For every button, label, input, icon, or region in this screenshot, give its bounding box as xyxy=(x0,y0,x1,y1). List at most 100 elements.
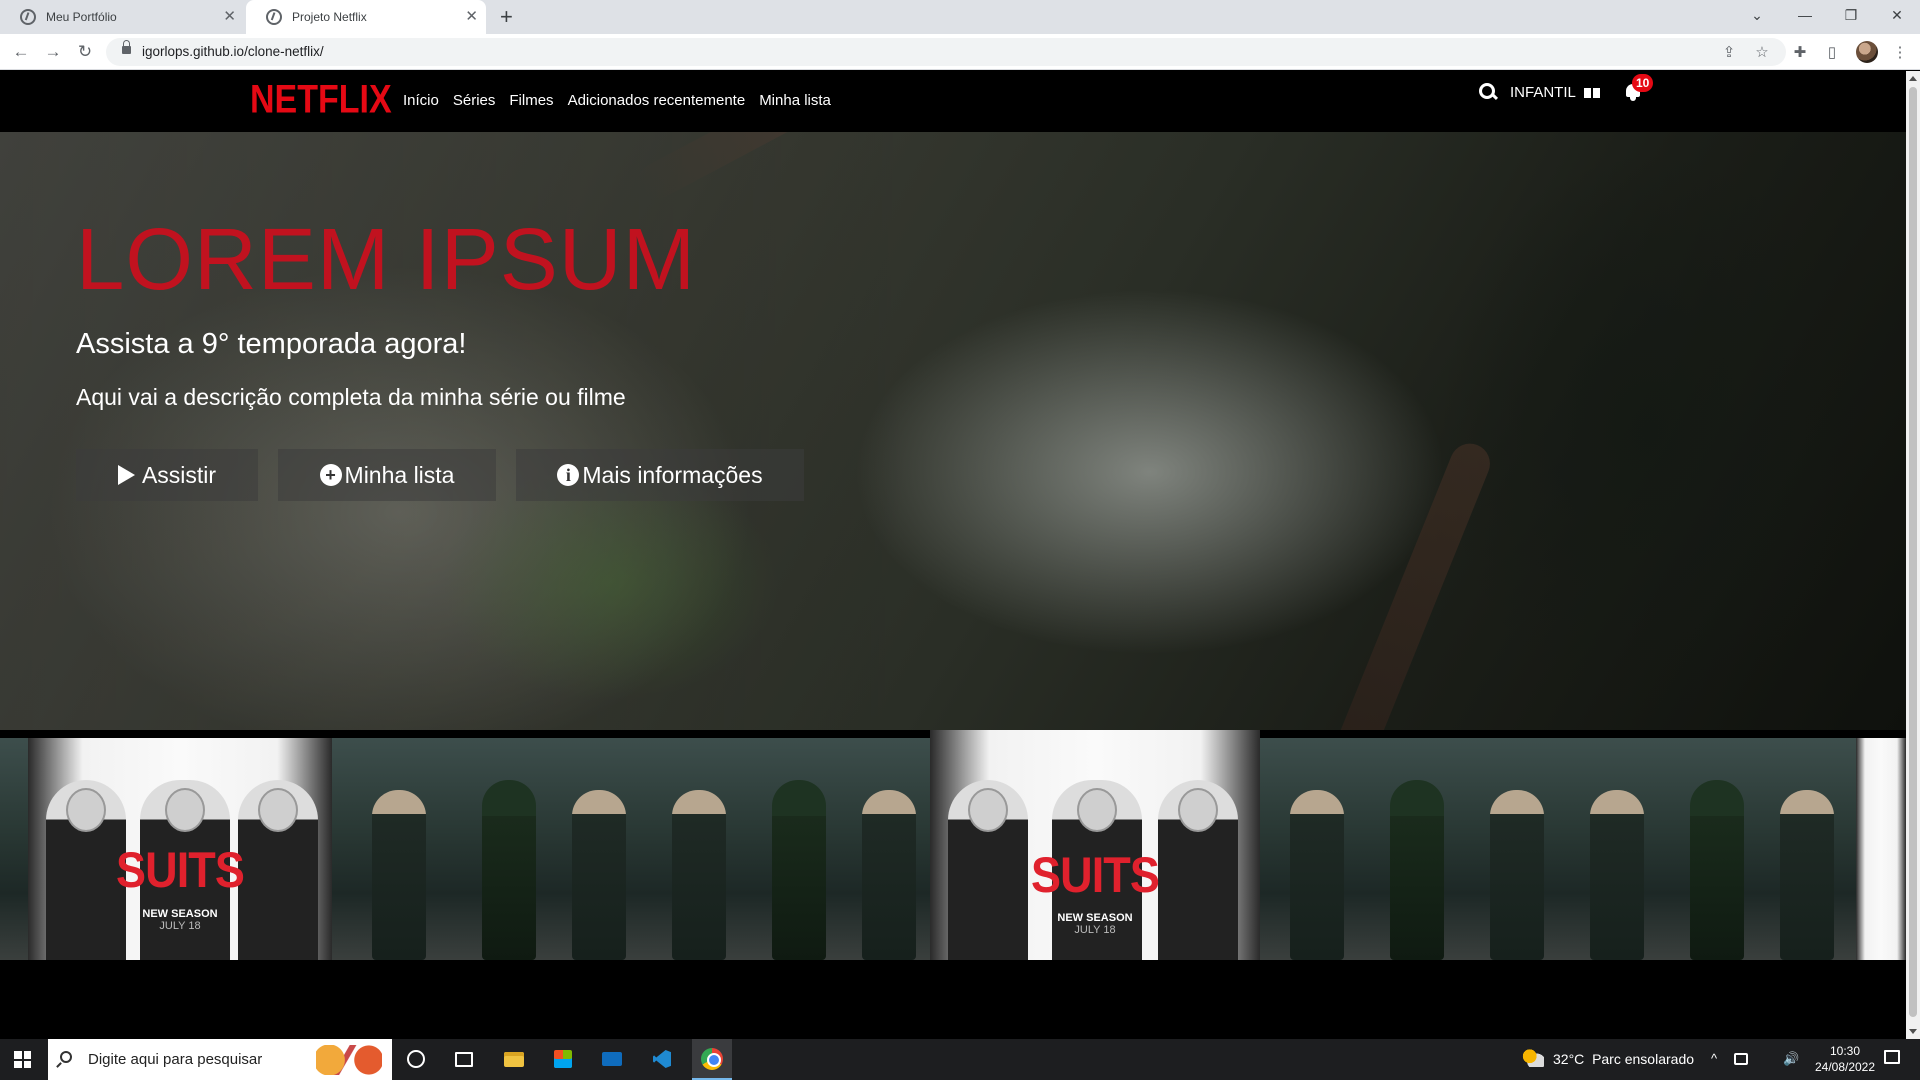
poster-figure xyxy=(772,780,826,960)
clock-date: 24/08/2022 xyxy=(1814,1060,1876,1074)
url-text[interactable]: igorlops.github.io/clone-netflix/ xyxy=(142,44,324,59)
scrollbar-thumb[interactable] xyxy=(1909,87,1917,1017)
suits-tagline: NEW SEASON xyxy=(1057,912,1133,924)
task-view-icon[interactable] xyxy=(451,1046,477,1072)
side-panel-icon[interactable]: ▯ xyxy=(1822,42,1842,62)
browser-toolbar: ← → ↻ igorlops.github.io/clone-netflix/ … xyxy=(0,34,1920,70)
clock-time: 10:30 xyxy=(1829,1044,1861,1058)
close-tab-icon[interactable]: ✕ xyxy=(465,9,478,25)
forward-arrow-icon[interactable]: → xyxy=(41,40,65,64)
poster-suits[interactable] xyxy=(1856,738,1906,960)
page-scrollbar[interactable] xyxy=(1906,71,1920,1039)
play-icon xyxy=(117,465,135,485)
action-center-icon[interactable] xyxy=(1884,1050,1900,1064)
browser-tab-portfolio[interactable]: Meu Portfólio ✕ xyxy=(0,0,244,34)
page-viewport: NETFLIX Início Séries Filmes Adicionados… xyxy=(0,71,1906,1039)
weather-description: Parc ensolarado xyxy=(1592,1051,1695,1067)
poster-figure xyxy=(1590,790,1644,960)
vscode-icon[interactable] xyxy=(649,1046,675,1072)
search-icon xyxy=(60,1051,72,1063)
scroll-up-arrow-icon[interactable] xyxy=(1909,76,1917,81)
microsoft-store-icon[interactable] xyxy=(550,1046,576,1072)
poster-face xyxy=(1178,788,1218,832)
poster-figure xyxy=(1390,780,1444,960)
poster-figure xyxy=(1690,780,1744,960)
my-list-button[interactable]: + Minha lista xyxy=(278,449,496,501)
poster-figure xyxy=(1290,790,1344,960)
hero-subtitle: Assista a 9° temporada agora! xyxy=(76,328,467,360)
poster-figure xyxy=(372,790,426,960)
windows-start-icon[interactable] xyxy=(14,1051,31,1068)
nav-link-inicio[interactable]: Início xyxy=(403,92,439,109)
nav-link-filmes[interactable]: Filmes xyxy=(509,92,553,109)
scroll-down-arrow-icon[interactable] xyxy=(1909,1029,1917,1034)
profile-infantil-link[interactable]: INFANTIL xyxy=(1510,84,1576,101)
nav-link-series[interactable]: Séries xyxy=(453,92,496,109)
nav-link-recentes[interactable]: Adicionados recentemente xyxy=(568,92,746,109)
main-nav: Início Séries Filmes Adicionados recente… xyxy=(403,92,845,109)
poster-face xyxy=(1077,788,1117,832)
poster-arrow[interactable] xyxy=(1260,738,1856,960)
system-clock[interactable]: 10:30 24/08/2022 xyxy=(1814,1043,1876,1075)
taskbar-search-box[interactable]: Digite aqui para pesquisar xyxy=(48,1039,392,1080)
poster-arrow[interactable] xyxy=(0,738,28,960)
maximize-button[interactable]: ❐ xyxy=(1828,0,1874,30)
network-icon[interactable] xyxy=(1734,1053,1748,1065)
tab-search-icon[interactable]: ⌄ xyxy=(1734,0,1780,30)
chrome-icon[interactable] xyxy=(692,1039,732,1080)
my-list-button-label: Minha lista xyxy=(344,461,455,488)
search-highlight-doodle-icon[interactable] xyxy=(316,1045,382,1075)
suits-logo: SUITS xyxy=(115,842,245,898)
poster-face xyxy=(66,788,106,832)
tab-title: Meu Portfólio xyxy=(46,10,117,24)
poster-arrow[interactable] xyxy=(332,738,930,960)
bookmark-star-icon[interactable]: ☆ xyxy=(1752,42,1772,62)
watch-button-label: Assistir xyxy=(141,461,217,488)
profile-avatar[interactable] xyxy=(1856,41,1878,63)
share-icon[interactable]: ⇪ xyxy=(1719,42,1739,62)
new-tab-button[interactable]: + xyxy=(500,4,513,30)
nav-link-minha-lista[interactable]: Minha lista xyxy=(759,92,831,109)
watch-button[interactable]: Assistir xyxy=(76,449,258,501)
extensions-puzzle-icon[interactable]: ✚ xyxy=(1790,42,1810,62)
suits-date: JULY 18 xyxy=(1074,924,1116,936)
browser-tab-strip: Meu Portfólio ✕ Projeto Netflix ✕ + ⌄ — … xyxy=(0,0,1920,34)
search-icon[interactable] xyxy=(1479,83,1497,101)
poster-figure xyxy=(862,790,916,960)
tab-title: Projeto Netflix xyxy=(292,10,367,24)
globe-icon xyxy=(20,9,36,25)
gift-icon[interactable] xyxy=(1584,83,1600,98)
poster-suits-hovered[interactable]: SUITS NEW SEASON JULY 18 xyxy=(930,730,1260,960)
poster-figure xyxy=(572,790,626,960)
file-explorer-icon[interactable] xyxy=(501,1046,527,1072)
hero-banner: LOREM IPSUM Assista a 9° temporada agora… xyxy=(0,132,1906,730)
mail-icon[interactable] xyxy=(599,1046,625,1072)
weather-widget[interactable]: 32°C Parc ensolarado xyxy=(1553,1051,1694,1067)
poster-face xyxy=(258,788,298,832)
poster-suits[interactable]: SUITS NEW SEASON JULY 18 xyxy=(28,738,332,960)
suits-logo: SUITS xyxy=(1030,847,1160,903)
browser-menu-icon[interactable]: ⋮ xyxy=(1890,42,1910,62)
poster-face xyxy=(165,788,205,832)
info-circle-icon: i xyxy=(557,464,580,486)
browser-tab-netflix[interactable]: Projeto Netflix ✕ xyxy=(246,0,486,34)
plus-circle-icon: + xyxy=(319,464,342,486)
poster-figure xyxy=(1490,790,1544,960)
weather-sun-cloud-icon[interactable] xyxy=(1522,1049,1544,1067)
minimize-button[interactable]: — xyxy=(1782,0,1828,30)
address-bar[interactable]: igorlops.github.io/clone-netflix/ xyxy=(106,38,1786,66)
show-hidden-icons-chevron-icon[interactable]: ^ xyxy=(1711,1051,1717,1066)
netflix-header: NETFLIX Início Séries Filmes Adicionados… xyxy=(0,71,1906,132)
netflix-logo[interactable]: NETFLIX xyxy=(250,77,392,123)
taskbar-search-placeholder: Digite aqui para pesquisar xyxy=(88,1051,263,1068)
lock-icon[interactable] xyxy=(122,40,131,54)
close-tab-icon[interactable]: ✕ xyxy=(223,9,236,25)
hero-title: LOREM IPSUM xyxy=(76,211,697,308)
back-arrow-icon[interactable]: ← xyxy=(9,40,33,64)
close-window-button[interactable]: ✕ xyxy=(1874,0,1920,30)
cortana-icon[interactable] xyxy=(403,1046,429,1072)
reload-icon[interactable]: ↻ xyxy=(73,40,97,64)
volume-icon[interactable]: 🔊 xyxy=(1783,1051,1799,1067)
suits-date: JULY 18 xyxy=(159,920,201,932)
more-info-button[interactable]: i Mais informações xyxy=(516,449,804,501)
